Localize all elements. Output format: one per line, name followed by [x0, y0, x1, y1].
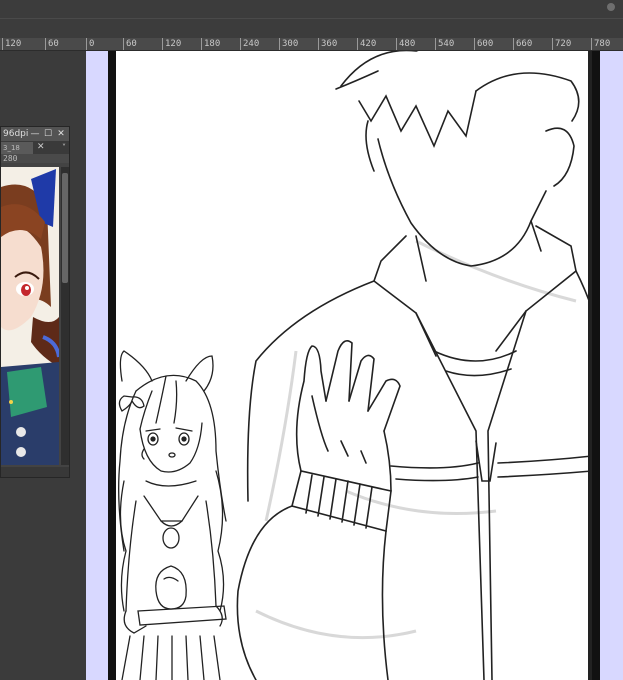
ruler-label: 300 [279, 38, 298, 50]
document-tab[interactable]: 3_18 [1, 142, 33, 154]
ruler-label: 720 [552, 38, 571, 50]
toolbar-divider [0, 18, 623, 19]
ruler-label: 240 [240, 38, 259, 50]
document-tab-row: 3_18 ✕ ˅ [1, 141, 69, 154]
chevron-down-icon[interactable]: ˅ [62, 141, 66, 154]
ruler-label: 780 [591, 38, 610, 50]
ruler-label: 360 [318, 38, 337, 50]
horizontal-ruler[interactable]: 120 60 0 60 120 180 240 300 360 420 480 … [0, 38, 623, 51]
document-ruler-label: 280 [3, 154, 18, 163]
ruler-label: 0 [86, 38, 94, 50]
reference-image [1, 167, 59, 465]
document-ruler[interactable]: 280 [1, 154, 69, 163]
scrollbar-thumb[interactable] [62, 173, 68, 283]
document-window-titlebar[interactable]: 96dpi — ☐ ✕ [1, 127, 69, 141]
maximize-icon[interactable]: ☐ [43, 127, 53, 141]
ruler-label: 480 [396, 38, 415, 50]
drawing-canvas[interactable] [116, 51, 592, 680]
ruler-label: 600 [474, 38, 493, 50]
close-icon[interactable]: ✕ [56, 127, 66, 141]
options-bar [0, 0, 623, 39]
ruler-label: 540 [435, 38, 454, 50]
ruler-label: 60 [45, 38, 59, 50]
ruler-label: 60 [123, 38, 137, 50]
ruler-label: 660 [513, 38, 532, 50]
ruler-label: 120 [162, 38, 181, 50]
document-title: 96dpi [3, 129, 29, 139]
ruler-label: 420 [357, 38, 376, 50]
panel-pin-icon[interactable] [607, 3, 615, 11]
minimize-icon[interactable]: — [30, 127, 40, 141]
document-status-bar [1, 467, 69, 477]
ruler-label: 120 [2, 38, 21, 50]
reference-document-window[interactable]: 96dpi — ☐ ✕ 3_18 ✕ ˅ 280 [0, 126, 70, 478]
document-scrollbar[interactable] [61, 167, 69, 465]
tab-close-icon[interactable]: ✕ [37, 141, 45, 154]
ruler-label: 180 [201, 38, 220, 50]
